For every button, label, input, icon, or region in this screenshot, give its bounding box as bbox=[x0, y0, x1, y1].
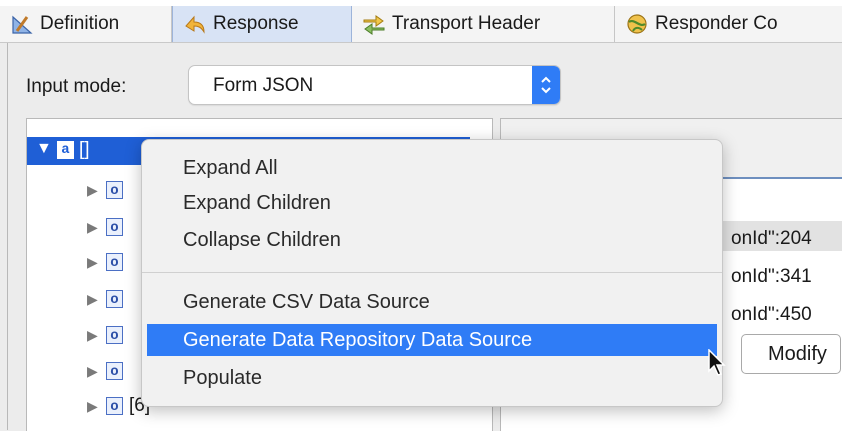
tab-responder-co[interactable]: Responder Co bbox=[615, 6, 842, 42]
mouse-cursor-icon bbox=[708, 349, 726, 376]
object-type-icon: o bbox=[106, 218, 123, 236]
menu-item-expand-all[interactable]: Expand All bbox=[142, 152, 724, 184]
menu-separator bbox=[142, 272, 722, 273]
menu-item-generate-csv[interactable]: Generate CSV Data Source bbox=[142, 286, 724, 318]
globe-gear-icon bbox=[625, 12, 649, 36]
collapse-arrow-icon[interactable]: ▶ bbox=[87, 219, 98, 236]
code-line: onId":341 bbox=[731, 266, 812, 287]
collapse-arrow-icon[interactable]: ▶ bbox=[87, 398, 98, 415]
expand-arrow-icon[interactable]: ▼ bbox=[36, 140, 52, 158]
code-line: onId":204 bbox=[731, 228, 812, 249]
code-line: onId":450 bbox=[731, 304, 812, 325]
menu-item-generate-data-repository[interactable]: Generate Data Repository Data Source bbox=[147, 324, 717, 356]
tree-root-label: [] bbox=[79, 139, 90, 160]
collapse-arrow-icon[interactable]: ▶ bbox=[87, 327, 98, 344]
tab-label: Response bbox=[213, 13, 299, 34]
array-type-icon: a bbox=[57, 141, 74, 159]
object-type-icon: o bbox=[106, 253, 123, 271]
input-mode-select[interactable]: Form JSON bbox=[188, 65, 561, 105]
chevron-updown-icon bbox=[532, 66, 560, 104]
tab-label: Transport Header bbox=[392, 13, 541, 34]
object-type-icon: o bbox=[106, 397, 123, 415]
return-arrow-icon bbox=[183, 12, 207, 36]
tab-transport-header[interactable]: Transport Header bbox=[352, 6, 615, 42]
menu-item-collapse-children[interactable]: Collapse Children bbox=[142, 224, 724, 256]
collapse-arrow-icon[interactable]: ▶ bbox=[87, 363, 98, 380]
input-mode-label: Input mode: bbox=[26, 76, 127, 97]
tab-label: Definition bbox=[40, 13, 120, 34]
object-type-icon: o bbox=[106, 181, 123, 199]
tab-bar: Definition Response Transport Header Res… bbox=[0, 6, 842, 43]
object-type-icon: o bbox=[106, 290, 123, 308]
object-type-icon: o bbox=[106, 326, 123, 344]
menu-item-populate[interactable]: Populate bbox=[142, 362, 724, 394]
collapse-arrow-icon[interactable]: ▶ bbox=[87, 291, 98, 308]
modify-button[interactable]: Modify bbox=[741, 334, 841, 374]
pencil-ruler-icon bbox=[10, 12, 34, 36]
context-menu: Expand All Expand Children Collapse Chil… bbox=[141, 139, 723, 407]
tab-label: Responder Co bbox=[655, 13, 778, 34]
tab-definition[interactable]: Definition bbox=[0, 6, 172, 42]
input-mode-value: Form JSON bbox=[213, 75, 314, 96]
collapse-arrow-icon[interactable]: ▶ bbox=[87, 254, 98, 271]
menu-item-expand-children[interactable]: Expand Children bbox=[142, 187, 724, 219]
object-type-icon: o bbox=[106, 362, 123, 380]
tab-response[interactable]: Response bbox=[172, 6, 352, 42]
collapse-arrow-icon[interactable]: ▶ bbox=[87, 182, 98, 199]
arrows-icon bbox=[362, 12, 386, 36]
